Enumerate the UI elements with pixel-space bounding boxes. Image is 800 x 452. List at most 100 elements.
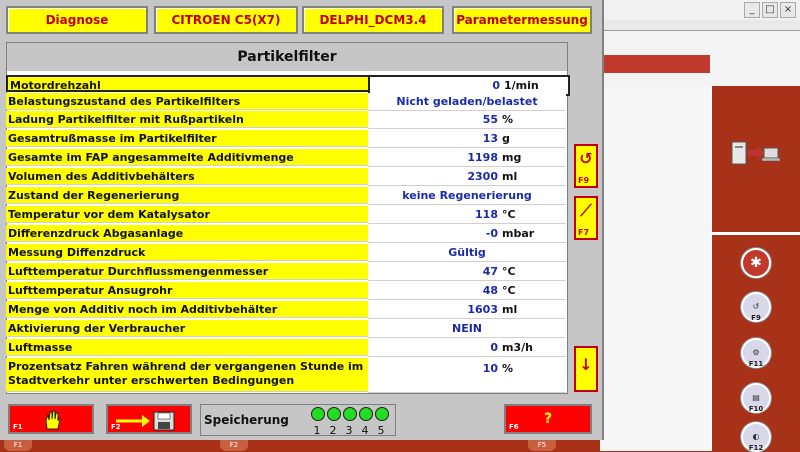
parameter-value-cell: 10% xyxy=(368,358,566,393)
parameter-unit: mbar xyxy=(502,227,535,240)
parameter-value-cell: 1198 mg xyxy=(368,149,566,167)
background-content-panel xyxy=(600,86,710,451)
hand-icon xyxy=(45,410,61,430)
storage-panel: Speicherung 1 2 3 4 5 xyxy=(200,404,396,437)
close-icon[interactable]: × xyxy=(780,2,796,18)
table-row[interactable]: Temperatur vor dem Katalysator 118 °C xyxy=(6,206,568,224)
parameter-value-cell: 118 °C xyxy=(368,206,566,224)
table-row[interactable]: Aktivierung der Verbraucher NEIN xyxy=(6,320,568,338)
parameter-measurement-button[interactable]: Parametermessung xyxy=(452,6,592,34)
storage-slot-4-number: 4 xyxy=(361,424,369,437)
table-row[interactable]: Lufttemperatur Durchflussmengenmesser 47 °… xyxy=(6,263,568,281)
parameter-value-cell: 0 m3/h xyxy=(368,339,566,357)
parameter-text-value: NEIN xyxy=(451,322,483,335)
bg-tab-f1[interactable]: F1 xyxy=(4,440,32,451)
parameter-text-value: keine Regenerierung xyxy=(402,189,532,202)
parameter-label: Temperatur vor dem Katalysator xyxy=(6,206,368,223)
background-red-strip xyxy=(600,55,710,73)
exit-star-icon[interactable]: ✱ xyxy=(741,248,771,278)
table-row[interactable]: Lufttemperatur Ansugrohr 48 °C xyxy=(6,282,568,300)
parameter-label: Lufttemperatur Durchflussmengenmesser xyxy=(6,263,368,280)
table-row[interactable]: Gesamtrußmasse im Partikelfilter 13 g xyxy=(6,130,568,148)
parameter-unit: ml xyxy=(502,170,518,183)
bg-f9-button[interactable]: ↺ F9 xyxy=(741,292,771,322)
parameter-value-cell: 13 g xyxy=(368,130,566,148)
bg-f11-button[interactable]: ⚙ F11 xyxy=(741,338,771,368)
panel-title: Partikelfilter xyxy=(7,43,567,71)
parameter-value-cell: 47 °C xyxy=(368,263,566,281)
table-row[interactable]: Menge von Additiv noch im Additivbehälte… xyxy=(6,301,568,319)
storage-slot-1-led[interactable] xyxy=(311,407,325,421)
background-separator xyxy=(710,232,800,235)
parameter-value-cell: 2300 ml xyxy=(368,168,566,186)
parameter-unit: % xyxy=(502,113,514,126)
computer-connection-icon xyxy=(731,141,780,165)
table-row[interactable]: Differenzdruck Abgasanlage -0 mbar xyxy=(6,225,568,243)
f1-hand-button[interactable]: F1 xyxy=(8,404,94,434)
parameter-label: Belastungszustand des Partikelfilters xyxy=(6,93,368,110)
parameter-dialog: Diagnose CITROEN C5(X7) DELPHI_DCM3.4 Pa… xyxy=(0,0,604,440)
parameter-unit: °C xyxy=(502,265,516,278)
storage-slot-2-number: 2 xyxy=(329,424,337,437)
parameter-unit: g xyxy=(502,132,510,145)
parameter-numeric-value: 2300 xyxy=(467,170,498,183)
table-row[interactable]: Zustand der Regenerierung keine Regenerie… xyxy=(6,187,568,205)
arrow-down-icon: ↓ xyxy=(579,355,593,374)
parameter-label: Ladung Partikelfilter mit Rußpartikeln xyxy=(6,111,368,128)
storage-slot-2-led[interactable] xyxy=(327,407,341,421)
parameter-label: Volumen des Additivbehälters xyxy=(6,168,368,185)
table-row[interactable]: Messung Diffenzdruck Gültig xyxy=(6,244,568,262)
storage-slot-5-led[interactable] xyxy=(375,407,389,421)
table-row[interactable]: Belastungszustand des Partikelfilters Nic… xyxy=(6,93,568,111)
parameter-numeric-value: 0 xyxy=(490,341,498,354)
storage-slot-1-number: 1 xyxy=(313,424,321,437)
refresh-f9-button[interactable]: ↺ F9 xyxy=(574,144,598,188)
minimize-icon[interactable]: _ xyxy=(744,2,760,18)
parameter-numeric-value: 118 xyxy=(475,208,498,221)
maximize-icon[interactable]: □ xyxy=(762,2,778,18)
bg-f10-button[interactable]: ▤ F10 xyxy=(741,383,771,413)
bg-tab-f5[interactable]: F5 xyxy=(528,440,556,451)
storage-slots: 1 2 3 4 5 xyxy=(311,407,391,437)
table-row[interactable]: Prozentsatz Fahren während der vergangen… xyxy=(6,358,568,393)
diagnose-button[interactable]: Diagnose xyxy=(6,6,148,34)
parameter-unit: °C xyxy=(502,208,516,221)
parameter-unit: °C xyxy=(502,284,516,297)
tool-f7-button[interactable]: ⟋ F7 xyxy=(574,196,598,240)
f2-save-button[interactable]: F2 xyxy=(106,404,192,434)
parameter-value-cell: keine Regenerierung xyxy=(368,187,566,205)
table-row[interactable]: Volumen des Additivbehälters 2300 ml xyxy=(6,168,568,186)
parameter-label: Lufttemperatur Ansugrohr xyxy=(6,282,368,299)
background-bottom-tabs: F1 F2 F5 xyxy=(0,440,600,451)
table-row[interactable]: Ladung Partikelfilter mit Rußpartikeln 55… xyxy=(6,111,568,129)
parameter-label: Messung Diffenzdruck xyxy=(6,244,368,261)
table-row[interactable]: Luftmasse 0 m3/h xyxy=(6,339,568,357)
parameter-numeric-value: 48 xyxy=(482,284,498,297)
parameter-numeric-value: 10 xyxy=(482,362,498,375)
ecu-button[interactable]: DELPHI_DCM3.4 xyxy=(302,6,444,34)
parameter-numeric-value: 47 xyxy=(482,265,498,278)
parameter-value-cell: Nicht geladen/belastet xyxy=(368,93,566,111)
parameter-numeric-value: 1603 xyxy=(467,303,498,316)
parameter-label: Differenzdruck Abgasanlage xyxy=(6,225,368,242)
table-row[interactable]: Motordrehzahl 0 1/min xyxy=(6,75,570,96)
parameter-text-value: Nicht geladen/belastet xyxy=(396,95,538,108)
parameter-value-cell: Gültig xyxy=(368,244,566,262)
parameter-label: Prozentsatz Fahren während der vergangen… xyxy=(6,358,368,392)
scroll-down-button[interactable]: ↓ xyxy=(574,346,598,392)
f6-help-button[interactable]: ? F6 xyxy=(504,404,592,434)
storage-slot-3-led[interactable] xyxy=(343,407,357,421)
parameter-text-value: Gültig xyxy=(448,246,486,259)
parameter-numeric-value: -0 xyxy=(485,227,498,240)
vehicle-model-button[interactable]: CITROEN C5(X7) xyxy=(154,6,298,34)
parameter-value-cell: 48 °C xyxy=(368,282,566,300)
bg-f12-button[interactable]: ◐ F12 xyxy=(741,422,771,452)
parameter-numeric-value: 1198 xyxy=(467,151,498,164)
parameter-numeric-value: 13 xyxy=(482,132,498,145)
parameter-label: Motordrehzahl xyxy=(6,75,368,92)
bg-tab-f2[interactable]: F2 xyxy=(220,440,248,451)
storage-slot-4-led[interactable] xyxy=(359,407,373,421)
table-row[interactable]: Gesamte im FAP angesammelte Additivmenge… xyxy=(6,149,568,167)
wrench-icon: ⟋ xyxy=(580,201,592,220)
parameter-value-cell: 1603 ml xyxy=(368,301,566,319)
